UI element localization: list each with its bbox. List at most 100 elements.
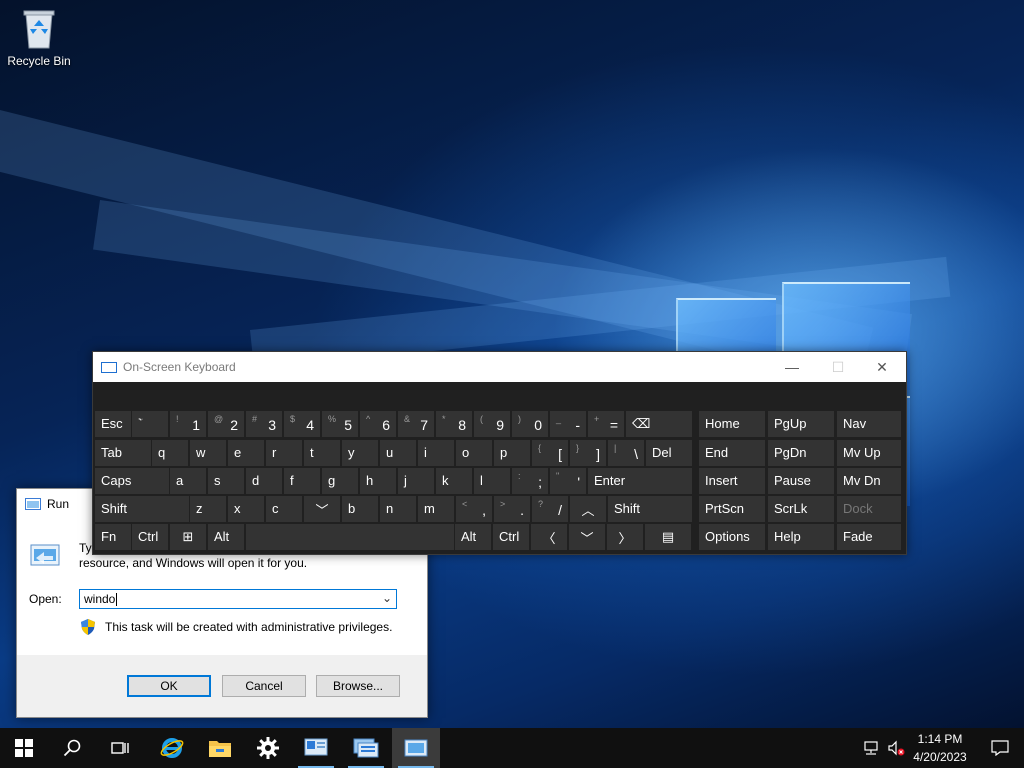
desktop-icon-recycle-bin[interactable]: Recycle Bin: [6, 6, 72, 68]
key-0-7-6[interactable]: ^ 6: [360, 411, 396, 437]
key-3-6-n[interactable]: n: [380, 496, 416, 522]
maximize-button[interactable]: ☐: [815, 352, 861, 382]
key-4-0-fn[interactable]: Fn: [95, 524, 131, 550]
key-fade[interactable]: Fade: [837, 524, 901, 550]
browse-button[interactable]: Browse...: [316, 675, 400, 697]
key-0-6-5[interactable]: % 5: [322, 411, 358, 437]
key-2-5-g[interactable]: g: [322, 468, 358, 494]
key-0-8-7[interactable]: & 7: [398, 411, 434, 437]
key-4-10-symbol[interactable]: ▤: [645, 524, 691, 550]
key-3-5-b[interactable]: b: [342, 496, 378, 522]
key-home[interactable]: Home: [699, 411, 765, 437]
key-1-14-del[interactable]: Del: [646, 440, 692, 466]
key-nav[interactable]: Nav: [837, 411, 901, 437]
key-1-6-y[interactable]: y: [342, 440, 378, 466]
key-help[interactable]: Help: [768, 524, 834, 550]
open-combobox[interactable]: windo ⌄: [79, 589, 397, 609]
taskbar-run-dialog[interactable]: [392, 728, 440, 768]
key-1-8-i[interactable]: i: [418, 440, 454, 466]
close-button[interactable]: ✕: [859, 352, 905, 382]
key-3-0-shift[interactable]: Shift: [95, 496, 189, 522]
search-button[interactable]: [48, 728, 96, 768]
key-0-3-2[interactable]: @2: [208, 411, 244, 437]
key-1-11-symbol[interactable]: {[: [532, 440, 568, 466]
key-1-13-symbol[interactable]: | \: [608, 440, 644, 466]
key-4-8-v[interactable]: ﹀: [569, 524, 605, 550]
key-4-5-alt[interactable]: Alt: [455, 524, 491, 550]
chevron-down-icon[interactable]: ⌄: [382, 591, 392, 605]
key-2-1-a[interactable]: a: [170, 468, 206, 494]
ok-button[interactable]: OK: [127, 675, 211, 697]
key-0-0-esc[interactable]: Esc: [95, 411, 131, 437]
key-1-1-q[interactable]: q: [152, 440, 188, 466]
taskbar-file-explorer[interactable]: [196, 728, 244, 768]
key-1-9-o[interactable]: o: [456, 440, 492, 466]
key-1-10-p[interactable]: p: [494, 440, 530, 466]
key-1-2-w[interactable]: w: [190, 440, 226, 466]
key-1-12-symbol[interactable]: }]: [570, 440, 606, 466]
key-3-12-shift[interactable]: Shift: [608, 496, 692, 522]
key-2-9-l[interactable]: l: [474, 468, 510, 494]
taskbar-internet-explorer[interactable]: [148, 728, 196, 768]
key-0-11-0[interactable]: ) 0: [512, 411, 548, 437]
key-mv-up[interactable]: Mv Up: [837, 440, 901, 466]
key-2-4-f[interactable]: f: [284, 468, 320, 494]
key-0-13-symbol[interactable]: + =: [588, 411, 624, 437]
key-4-6-ctrl[interactable]: Ctrl: [493, 524, 529, 550]
key-4-1-ctrl[interactable]: Ctrl: [132, 524, 168, 550]
key-4-7-symbol[interactable]: 〈: [531, 524, 567, 550]
key-0-10-9[interactable]: (9: [474, 411, 510, 437]
tray-date[interactable]: 4/20/2023: [908, 750, 972, 764]
key-4-2-symbol[interactable]: ⊞: [170, 524, 206, 550]
key-2-3-d[interactable]: d: [246, 468, 282, 494]
key-pgup[interactable]: PgUp: [768, 411, 834, 437]
key-2-7-j[interactable]: j: [398, 468, 434, 494]
key-prtscn[interactable]: PrtScn: [699, 496, 765, 522]
key-2-12-enter[interactable]: Enter: [588, 468, 692, 494]
key-dock[interactable]: Dock: [837, 496, 901, 522]
key-0-1-symbol[interactable]: ~ `: [132, 411, 168, 437]
key-2-8-k[interactable]: k: [436, 468, 472, 494]
key-pgdn[interactable]: PgDn: [768, 440, 834, 466]
key-options[interactable]: Options: [699, 524, 765, 550]
key-3-8-symbol[interactable]: <,: [456, 496, 492, 522]
key-3-10-symbol[interactable]: ? /: [532, 496, 568, 522]
key-0-12-symbol[interactable]: _ -: [550, 411, 586, 437]
key-3-7-m[interactable]: m: [418, 496, 454, 522]
start-button[interactable]: [0, 728, 48, 768]
key-1-3-e[interactable]: e: [228, 440, 264, 466]
open-input-value[interactable]: windo: [84, 592, 115, 606]
cancel-button[interactable]: Cancel: [222, 675, 306, 697]
key-end[interactable]: End: [699, 440, 765, 466]
volume-tray-button[interactable]: [884, 728, 908, 768]
action-center-button[interactable]: [976, 728, 1024, 768]
key-1-7-u[interactable]: u: [380, 440, 416, 466]
key-3-1-z[interactable]: z: [190, 496, 226, 522]
key-0-5-4[interactable]: $4: [284, 411, 320, 437]
key-0-14-symbol[interactable]: ⌫: [626, 411, 692, 437]
key-1-0-tab[interactable]: Tab: [95, 440, 151, 466]
key-1-5-t[interactable]: t: [304, 440, 340, 466]
key-pause[interactable]: Pause: [768, 468, 834, 494]
key-0-9-8[interactable]: * 8: [436, 411, 472, 437]
taskbar-server-manager[interactable]: [292, 728, 340, 768]
key-3-11-symbol[interactable]: ︿: [570, 496, 606, 522]
key-1-4-r[interactable]: r: [266, 440, 302, 466]
key-2-11-symbol[interactable]: " ': [550, 468, 586, 494]
key-3-4-v[interactable]: ﹀: [304, 496, 340, 522]
key-scrlk[interactable]: ScrLk: [768, 496, 834, 522]
key-0-4-3[interactable]: #3: [246, 411, 282, 437]
key-2-2-s[interactable]: s: [208, 468, 244, 494]
key-0-2-1[interactable]: ! 1: [170, 411, 206, 437]
key-4-3-alt[interactable]: Alt: [208, 524, 244, 550]
key-2-0-caps[interactable]: Caps: [95, 468, 169, 494]
key-mv-dn[interactable]: Mv Dn: [837, 468, 901, 494]
key-3-3-c[interactable]: c: [266, 496, 302, 522]
key-2-10-symbol[interactable]: :;: [512, 468, 548, 494]
task-view-button[interactable]: [96, 728, 144, 768]
minimize-button[interactable]: —: [769, 352, 815, 382]
taskbar-remote-desktop[interactable]: [342, 728, 390, 768]
key-4-9-symbol[interactable]: 〉: [607, 524, 643, 550]
key-insert[interactable]: Insert: [699, 468, 765, 494]
key-2-6-h[interactable]: h: [360, 468, 396, 494]
